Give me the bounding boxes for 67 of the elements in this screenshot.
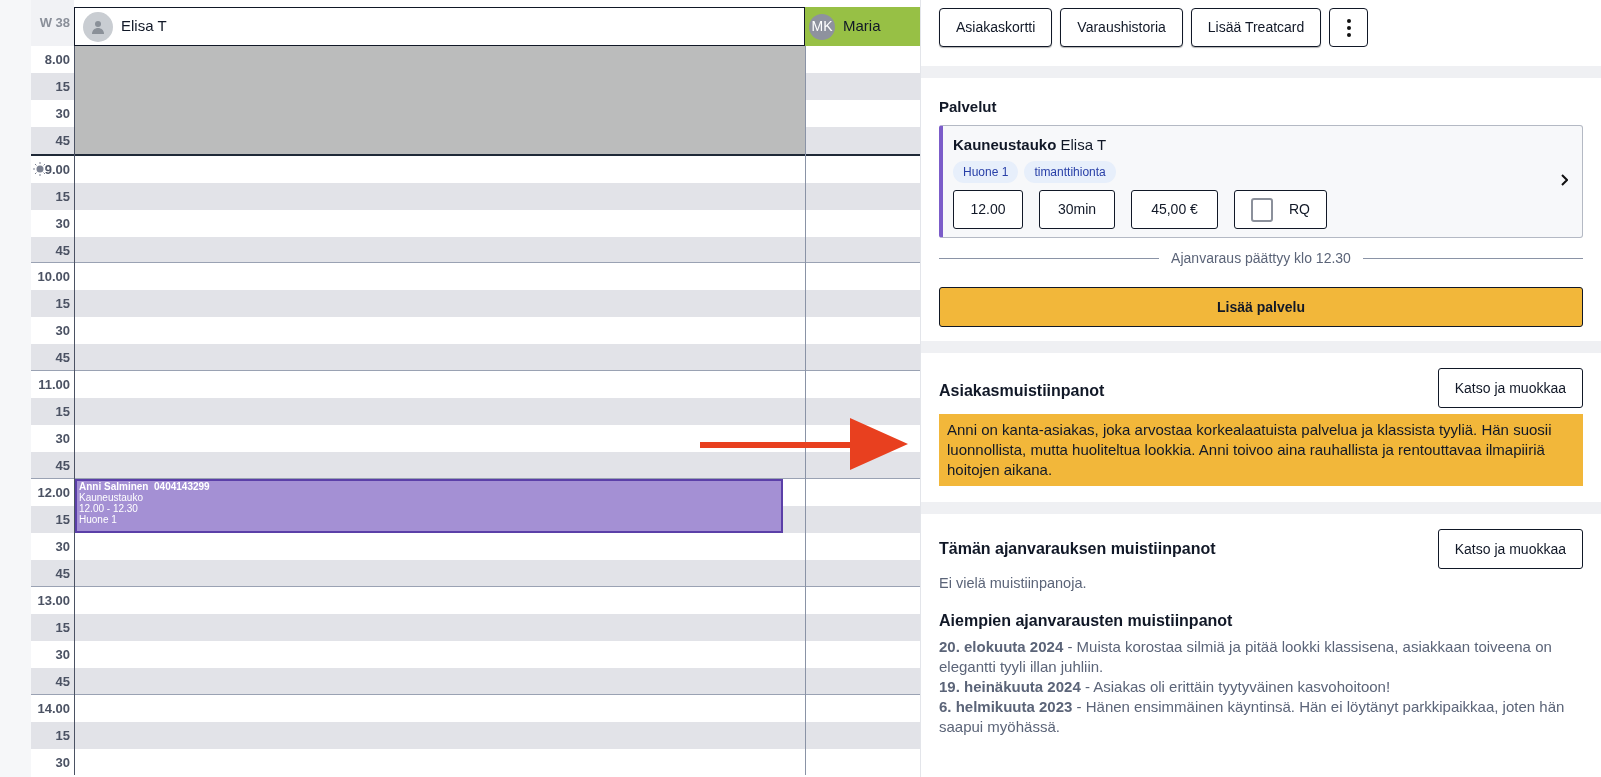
time-label: 11.00: [38, 375, 70, 394]
section-title: Tämän ajanvarauksen muistiinpanot: [939, 539, 1216, 559]
time-label: 8.00: [44, 50, 70, 69]
appointment-title: Anni Salminen 0404143299: [79, 481, 211, 492]
time-label: 14.00: [37, 699, 70, 718]
time-label: 30: [55, 429, 70, 448]
time-label: 15: [55, 77, 70, 96]
appointment-detail: 12.00 - 12.30: [79, 503, 139, 514]
staff-header[interactable]: MK Maria: [805, 7, 920, 46]
section-title: Asiakasmuistiinpanot: [939, 381, 1105, 401]
empty-notes-text: Ei vielä muistiinpanoja.: [939, 574, 1088, 593]
time-label: 45: [55, 672, 70, 691]
time-label: 13.00: [37, 591, 70, 610]
time-label: 9.00: [44, 160, 70, 179]
view-edit-button[interactable]: Katso ja muokkaa: [1437, 529, 1583, 569]
time-label: 30: [55, 104, 70, 123]
history-title: Aiempien ajanvarausten muistiinpanot: [939, 610, 1234, 631]
chevron-right-icon: [1560, 173, 1568, 186]
customer-note: Anni on kanta-asiakas, joka arvostaa korkealaatuista palvelua ja klassista tyyliä. Hän suosii luonnollista, mutta huoliteltua lookkia. Anni toivoo aina rauhallista ja rentouttavaa ilmapiiriä hoitojen aikana.: [939, 414, 1583, 486]
time-label: 15: [55, 402, 70, 421]
time-label: 45: [55, 131, 70, 150]
service-name: Kauneustauko Elisa T: [953, 134, 1108, 155]
appointment-detail: Kauneustauko: [79, 492, 144, 503]
staff-header[interactable]: Elisa T: [74, 7, 805, 46]
time-label: 45: [55, 241, 70, 260]
history-note: 19. heinäkuuta 2024 - Asiakas oli erittäin tyytyväinen kasvohoitoon!: [939, 676, 1392, 697]
time-label: 30: [55, 537, 70, 556]
staff-name: Maria: [843, 16, 881, 37]
more-button[interactable]: [1329, 8, 1369, 47]
time-label: 12.00: [37, 483, 70, 502]
history-note: 6. helmikuuta 2023 - Hänen ensimmäinen käyntinsä. Hän ei löytänyt parkkipaikkaa, joten hän saapui myöhässä.: [939, 696, 1566, 737]
appointment-detail: Huone 1: [79, 514, 118, 525]
week-number: W 38: [39, 14, 70, 33]
duration-button[interactable]: 30min: [1039, 190, 1115, 229]
time-label: 15: [55, 294, 70, 313]
booking-end-text: Ajanvaraus päättyy klo 12.30: [1171, 249, 1351, 268]
time-label: 30: [55, 214, 70, 233]
time-label: 30: [55, 753, 70, 772]
time-label: 15: [55, 187, 70, 206]
avatar-photo-placeholder: [83, 11, 113, 42]
section-title: Palvelut: [939, 97, 998, 117]
toolbar-button[interactable]: Varaushistoria: [1060, 8, 1183, 47]
time-label: 30: [55, 321, 70, 340]
time-label: 45: [55, 348, 70, 367]
time-label: 15: [55, 726, 70, 745]
time-label: 15: [55, 510, 70, 529]
avatar-initials: MK: [809, 13, 835, 40]
time-label: 30: [55, 645, 70, 664]
time-label: 45: [55, 564, 70, 583]
time-button[interactable]: 12.00: [953, 190, 1023, 229]
time-label: 10.00: [37, 267, 70, 286]
more-icon: [1346, 18, 1351, 37]
price-button[interactable]: 45,00 €: [1131, 190, 1218, 229]
rq-checkbox[interactable]: [1251, 197, 1273, 222]
rq-toggle[interactable]: RQ: [1234, 190, 1327, 229]
history-note: 20. elokuuta 2024 - Muista korostaa silmiä ja pitää lookki klassisena, asiakkaan toiveena on elegantti tyyli illan juhliin.: [939, 636, 1553, 677]
time-label: 15: [55, 618, 70, 637]
staff-name: Elisa T: [121, 16, 167, 37]
add-service-button[interactable]: Lisää palvelu: [939, 287, 1583, 327]
service-card[interactable]: Kauneustauko Elisa T Huone 1 timanttihionta 12.00 30min 45,00 € RQ: [939, 124, 1583, 238]
service-tag: Huone 1: [953, 161, 1019, 183]
toolbar-button[interactable]: Asiakaskortti: [939, 8, 1053, 47]
view-edit-button[interactable]: Katso ja muokkaa: [1437, 368, 1583, 408]
time-label: 45: [55, 456, 70, 475]
toolbar-button[interactable]: Lisää Treatcard: [1190, 8, 1322, 47]
sun-icon: [33, 162, 47, 176]
service-tag: timanttihionta: [1024, 161, 1116, 183]
